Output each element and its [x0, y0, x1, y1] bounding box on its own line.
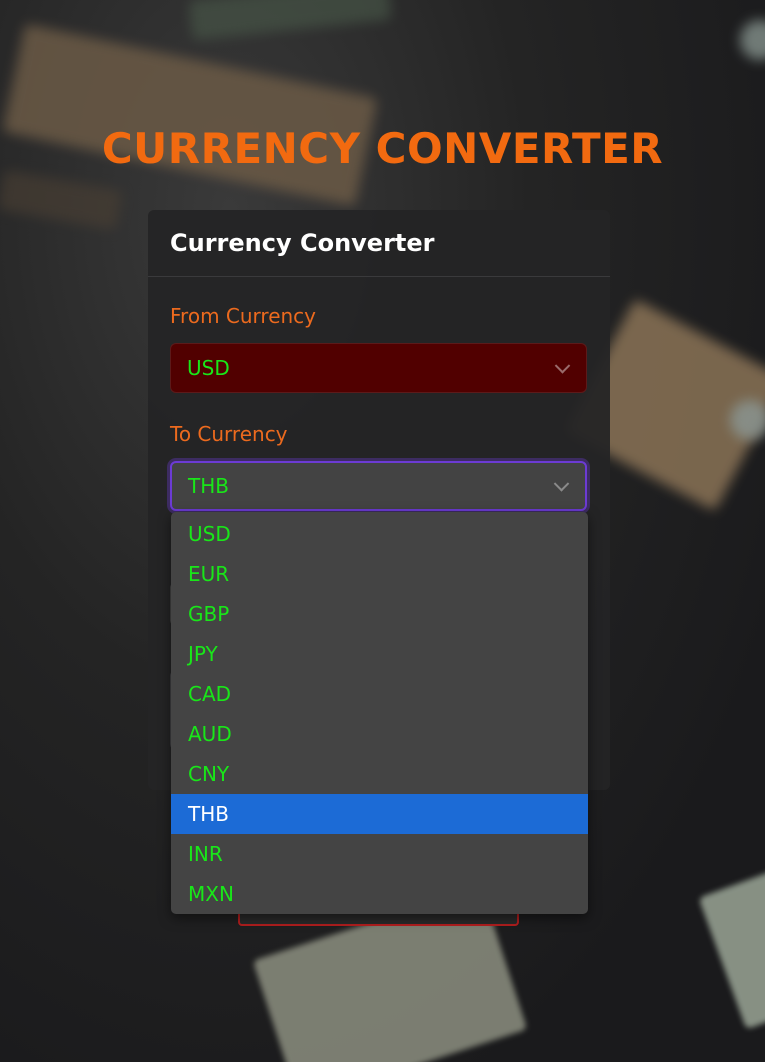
to-currency-label: To Currency	[170, 422, 288, 446]
page-title: CURRENCY CONVERTER	[101, 124, 664, 173]
money-blur-shape	[0, 169, 123, 231]
money-blur-shape	[698, 870, 765, 1030]
dropdown-option-inr[interactable]: INR	[171, 834, 588, 874]
to-currency-value: THB	[188, 474, 229, 498]
money-blur-shape	[730, 400, 765, 440]
dropdown-option-thb[interactable]: THB	[171, 794, 588, 834]
dropdown-option-gbp[interactable]: GBP	[171, 594, 588, 634]
chevron-down-icon	[553, 476, 570, 492]
money-blur-shape	[740, 20, 765, 60]
dropdown-option-jpy[interactable]: JPY	[171, 634, 588, 674]
from-currency-label: From Currency	[170, 304, 317, 328]
dropdown-option-aud[interactable]: AUD	[171, 714, 588, 754]
card-title: Currency Converter	[148, 210, 610, 277]
from-currency-select[interactable]: USD	[170, 343, 587, 393]
dropdown-option-eur[interactable]: EUR	[171, 554, 588, 594]
dropdown-option-usd[interactable]: USD	[171, 514, 588, 554]
to-currency-select[interactable]: THB	[170, 461, 587, 511]
chevron-down-icon	[554, 358, 571, 374]
dropdown-option-cad[interactable]: CAD	[171, 674, 588, 714]
from-currency-value: USD	[187, 356, 230, 380]
dropdown-option-cny[interactable]: CNY	[171, 754, 588, 794]
to-currency-dropdown-list[interactable]: USD EUR GBP JPY CAD AUD CNY THB INR MXN	[171, 512, 588, 914]
money-blur-shape	[188, 0, 392, 41]
dropdown-option-mxn[interactable]: MXN	[171, 874, 588, 914]
